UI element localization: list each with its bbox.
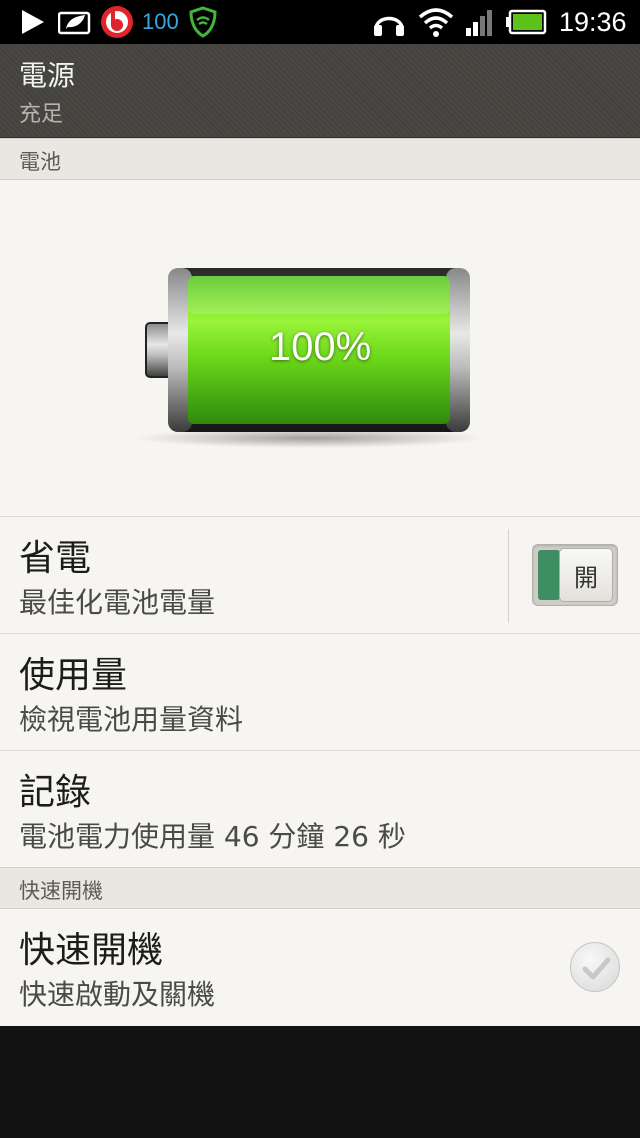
toggle-track	[538, 550, 560, 600]
power-saver-toggle[interactable]: 開	[532, 544, 618, 606]
section-header-battery: 電池	[0, 138, 640, 180]
usage-row[interactable]: 使用量 檢視電池用量資料	[0, 633, 640, 750]
status-bar: 100 19:36	[0, 0, 640, 44]
leaf-icon	[58, 0, 92, 44]
battery-graphic: 100%	[0, 180, 640, 516]
history-title: 記錄	[19, 772, 92, 813]
page-header: 電源 充足	[0, 44, 640, 138]
battery-icon	[505, 0, 547, 44]
divider	[508, 529, 509, 623]
power-saver-row[interactable]: 省電 最佳化電池電量 開	[0, 516, 640, 633]
power-saver-subtitle: 最佳化電池電量	[19, 586, 216, 619]
history-row[interactable]: 記錄 電池電力使用量 46 分鐘 26 秒	[0, 750, 640, 867]
page-title: 電源	[19, 59, 76, 92]
clock: 19:36	[559, 6, 627, 37]
headphones-icon	[372, 0, 406, 44]
history-subtitle: 電池電力使用量 46 分鐘 26 秒	[19, 820, 406, 853]
fast-boot-subtitle: 快速啟動及關機	[19, 978, 216, 1011]
checkmark-icon	[582, 957, 611, 980]
settings-list: 電池 100% 省電 最佳化電池電量 開 使用量 檢視電池用量資料 記錄 電池電…	[0, 138, 640, 1026]
signal-icon	[464, 0, 496, 44]
fast-boot-checkbox[interactable]	[570, 942, 620, 992]
section-header-fast-boot: 快速開機	[0, 867, 640, 909]
section-header-label: 快速開機	[19, 879, 103, 903]
badge-count: 100	[142, 9, 179, 34]
play-icon	[18, 0, 46, 44]
beats-icon	[100, 0, 134, 44]
battery-percent-label: 100%	[268, 325, 372, 369]
toggle-knob: 開	[559, 548, 613, 602]
usage-subtitle: 檢視電池用量資料	[19, 703, 244, 736]
power-saver-title: 省電	[19, 538, 92, 579]
shield-icon	[188, 0, 218, 44]
usage-title: 使用量	[19, 655, 128, 696]
fast-boot-row[interactable]: 快速開機 快速啟動及關機	[0, 909, 640, 1026]
section-header-label: 電池	[19, 150, 61, 174]
fast-boot-title: 快速開機	[19, 930, 164, 971]
page-subtitle: 充足	[19, 102, 64, 127]
bottom-area	[0, 1026, 640, 1138]
toggle-label: 開	[574, 563, 598, 592]
wifi-icon	[418, 0, 454, 44]
